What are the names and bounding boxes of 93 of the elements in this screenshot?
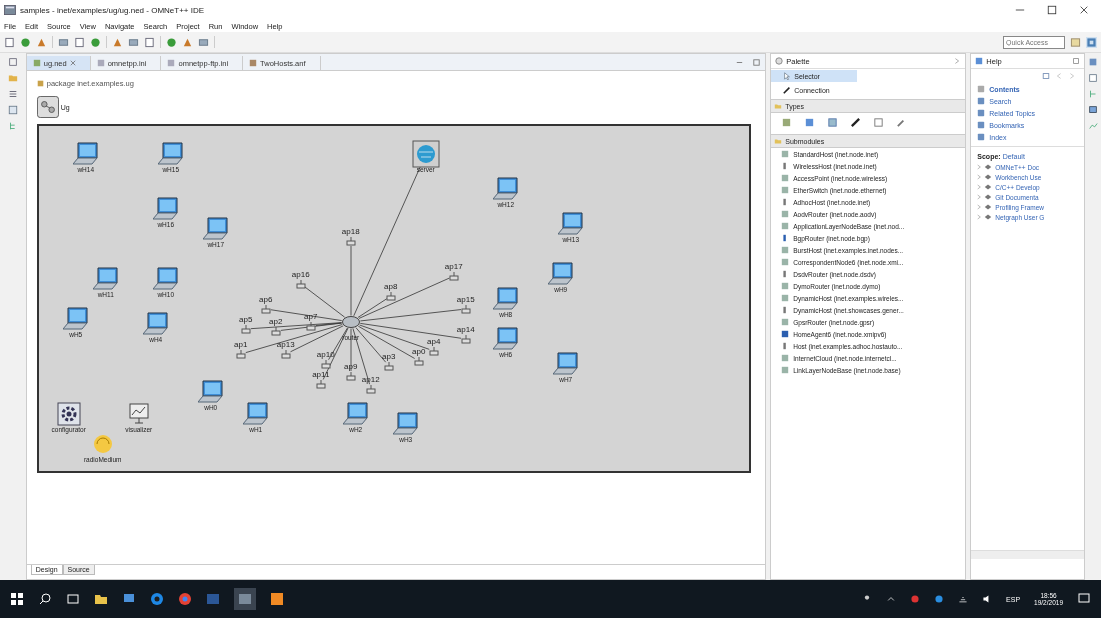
access-point-icon — [280, 349, 291, 359]
node-label: ap5 — [238, 315, 254, 324]
access-point-icon — [460, 304, 471, 314]
node-label: ap8 — [383, 282, 399, 291]
laptop-icon — [202, 217, 229, 241]
node-label: ap13 — [275, 340, 296, 349]
access-point-icon — [295, 279, 306, 289]
view-icon[interactable] — [7, 105, 18, 115]
access-point-icon — [345, 236, 356, 246]
file-icon — [96, 59, 105, 67]
node-label: ap17 — [443, 262, 464, 271]
close-icon[interactable] — [1079, 5, 1089, 15]
node-label: ap15 — [455, 295, 476, 304]
laptop-icon — [92, 267, 119, 291]
node-label: ap1 — [233, 340, 249, 349]
access-point-icon — [320, 359, 331, 369]
file-icon — [32, 59, 41, 67]
node-label: ap7 — [303, 312, 319, 321]
access-point-icon — [240, 324, 251, 334]
file-icon — [167, 59, 176, 67]
channel-icon[interactable] — [850, 117, 862, 128]
pointer-icon — [783, 72, 792, 80]
app-icon[interactable] — [270, 592, 284, 606]
access-point-icon — [448, 271, 459, 281]
node-label: ap16 — [290, 270, 311, 279]
node-label: ap3 — [381, 352, 397, 361]
window-title: samples - inet/examples/ug/ug.ned - OMNeT++ IDE — [20, 5, 205, 15]
node-label: ap9 — [343, 362, 359, 371]
new-file-icon[interactable] — [4, 36, 15, 48]
folder-icon — [774, 102, 783, 110]
folder-icon[interactable] — [94, 592, 108, 606]
access-point-icon — [460, 334, 471, 344]
file-icon — [249, 59, 258, 67]
help-icon — [975, 57, 984, 65]
node-label: ap4 — [426, 337, 442, 346]
tree-icon[interactable] — [1088, 89, 1099, 99]
omnet-perspective-icon[interactable] — [1086, 36, 1097, 48]
laptop-icon — [152, 267, 179, 291]
maximize-icon[interactable] — [1047, 5, 1057, 15]
task-view-icon[interactable] — [66, 592, 80, 606]
server-icon — [411, 140, 440, 168]
notification-icon[interactable] — [1077, 592, 1091, 606]
horizontal-scrollbar[interactable] — [971, 550, 1085, 559]
gear-icon — [56, 402, 81, 426]
laptop-icon — [157, 142, 184, 166]
restore-icon[interactable] — [7, 57, 18, 67]
laptop-icon — [492, 287, 519, 311]
node-label: ap6 — [258, 295, 274, 304]
palette-icon — [775, 57, 784, 65]
laptop-icon — [342, 402, 369, 426]
access-point-icon — [345, 371, 356, 381]
laptop-icon — [62, 307, 89, 331]
laptop-icon — [492, 327, 519, 351]
laptop-icon — [557, 212, 584, 236]
node-label: ap18 — [340, 227, 361, 236]
outline-icon[interactable] — [7, 89, 18, 99]
access-point-icon — [270, 326, 281, 336]
node-label: ap10 — [315, 350, 336, 359]
node-label: ap2 — [268, 317, 284, 326]
package-icon — [36, 80, 44, 87]
access-point-icon — [413, 356, 424, 366]
project-explorer-icon[interactable] — [7, 73, 18, 83]
access-point-icon — [385, 291, 396, 301]
laptop-icon — [552, 352, 579, 376]
home-icon[interactable] — [1042, 72, 1051, 80]
chart-icon[interactable] — [1088, 121, 1099, 131]
node-label: ap0 — [411, 347, 427, 356]
access-point-icon — [315, 379, 326, 389]
laptop-icon — [492, 177, 519, 201]
node-label: ap14 — [455, 325, 476, 334]
laptop-icon — [152, 197, 179, 221]
access-point-icon — [305, 321, 316, 331]
access-point-icon — [428, 346, 439, 356]
laptop-icon — [547, 262, 574, 286]
node-label: ap11 — [311, 370, 331, 379]
access-point-icon — [365, 384, 376, 394]
laptop-icon — [197, 380, 224, 404]
hierarchy-icon[interactable] — [7, 121, 18, 131]
folder-icon — [774, 137, 783, 145]
laptop-icon — [242, 402, 269, 426]
node-label: ap12 — [360, 375, 381, 384]
connection-icon — [783, 86, 792, 94]
laptop-icon — [72, 142, 99, 166]
chevron-up-icon[interactable] — [886, 594, 897, 604]
laptop-icon — [392, 412, 419, 436]
access-point-icon — [383, 361, 394, 371]
access-point-icon — [235, 349, 246, 359]
windows-logo-icon[interactable] — [10, 592, 24, 606]
access-point-icon — [260, 304, 271, 314]
app-icon — [4, 5, 16, 15]
router-icon — [341, 316, 360, 328]
collapse-icon[interactable] — [953, 57, 962, 65]
laptop-icon — [142, 312, 169, 336]
